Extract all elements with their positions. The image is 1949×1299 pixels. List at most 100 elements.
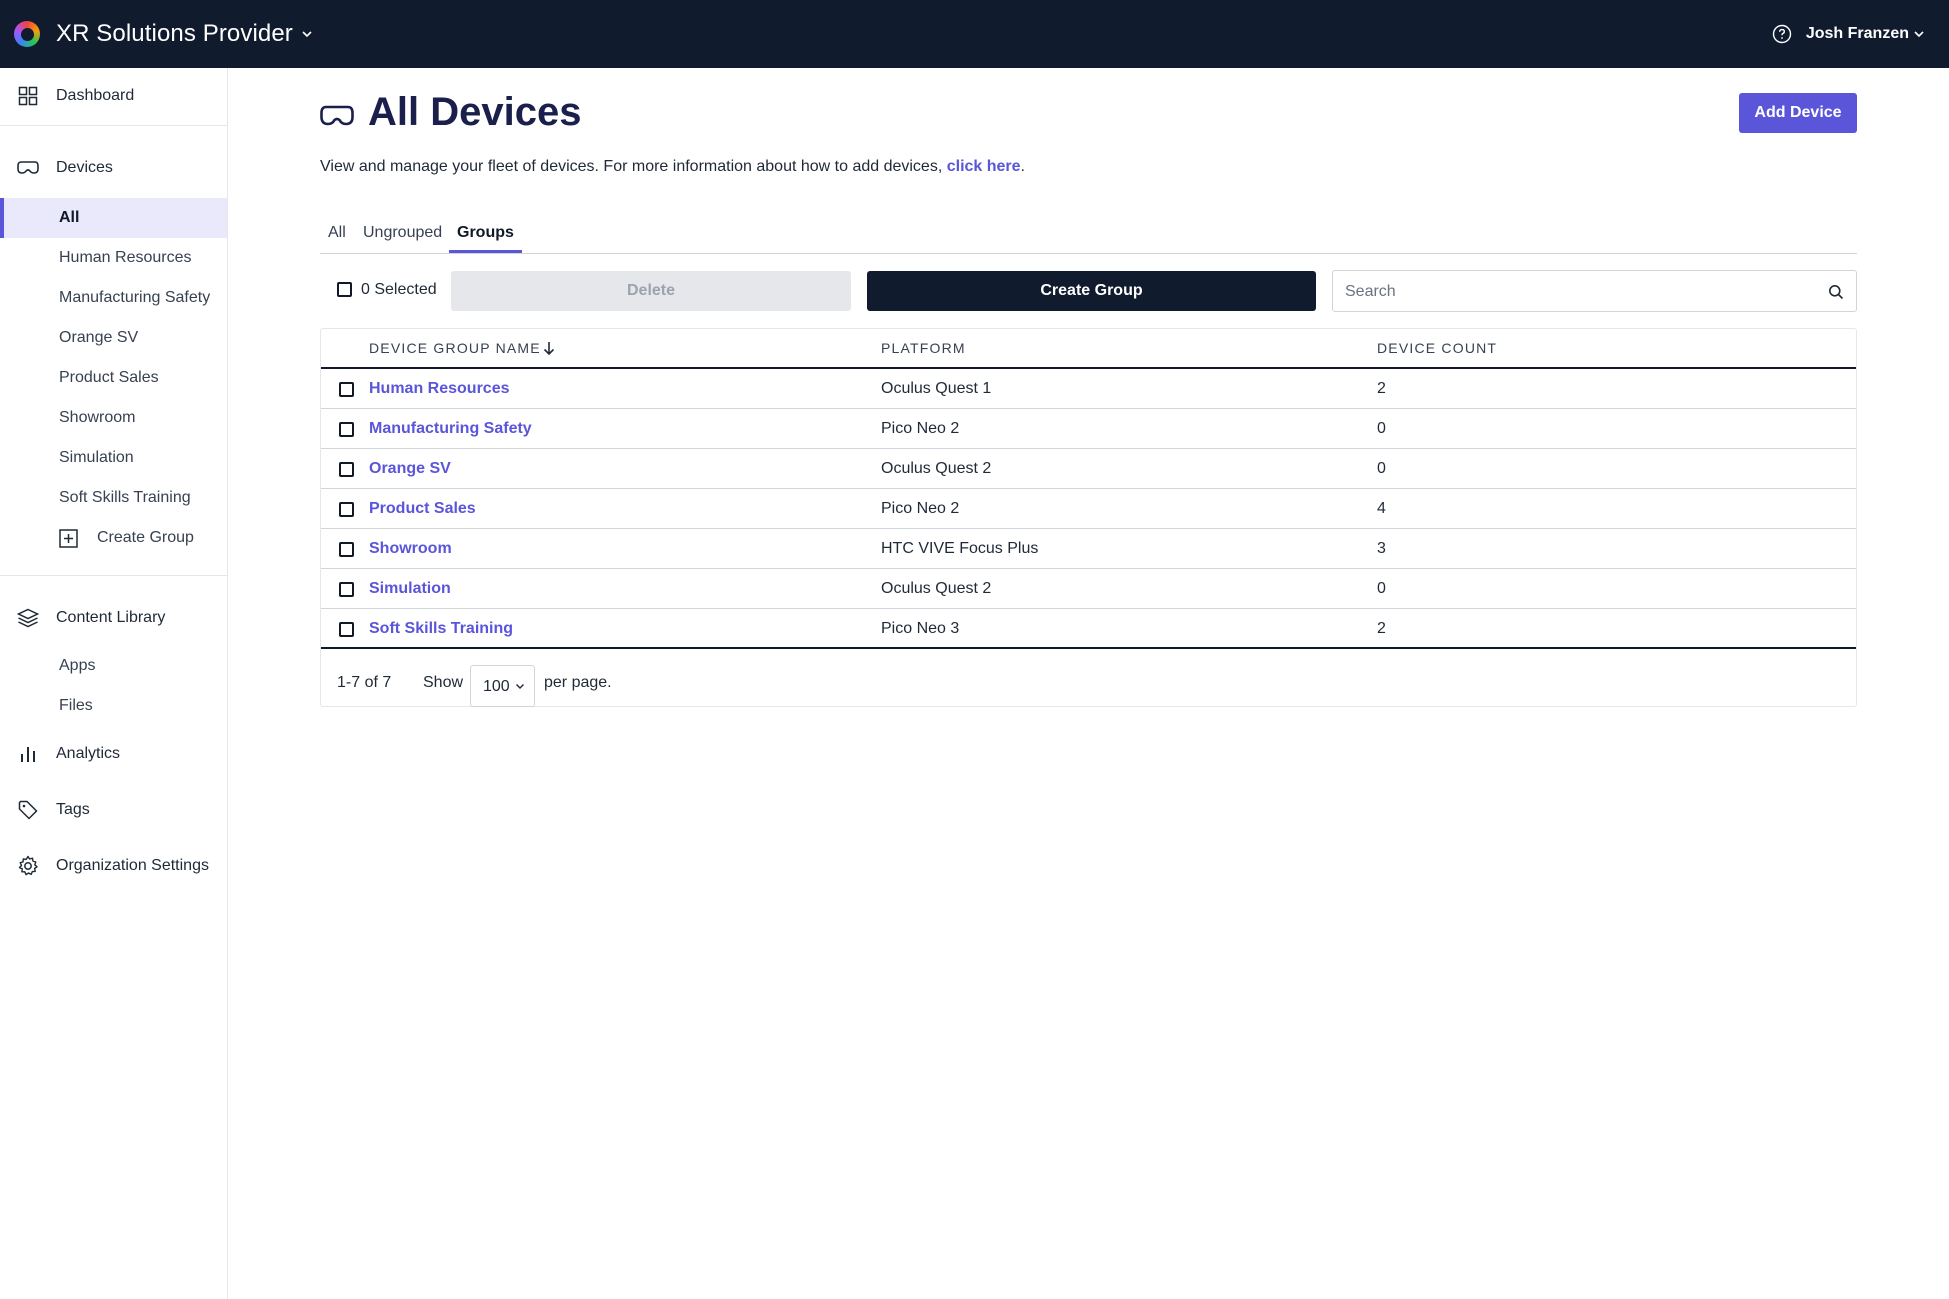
- top-bar: XR Solutions Provider Josh Franzen: [0, 0, 1949, 68]
- sidebar-item-label: Showroom: [59, 409, 136, 426]
- page-title: All Devices: [368, 90, 582, 134]
- vr-headset-icon: [320, 105, 354, 126]
- tab-all[interactable]: All: [328, 224, 346, 253]
- sidebar-item-manufacturing-safety[interactable]: Manufacturing Safety: [0, 278, 227, 318]
- sidebar-item-product-sales[interactable]: Product Sales: [0, 358, 227, 398]
- sidebar: Dashboard Devices All Human Resources Ma…: [0, 68, 228, 1299]
- group-name-link[interactable]: Manufacturing Safety: [369, 420, 532, 438]
- gear-icon: [16, 854, 40, 878]
- sidebar-item-content-library[interactable]: Content Library: [0, 606, 227, 630]
- vr-headset-icon: [16, 156, 40, 180]
- tab-bar: All Ungrouped Groups: [320, 222, 1857, 254]
- column-header-name[interactable]: DEVICE GROUP NAME: [369, 340, 541, 356]
- chevron-down-icon: [516, 684, 524, 689]
- org-switcher[interactable]: XR Solutions Provider: [14, 20, 313, 48]
- sidebar-item-label: Create Group: [97, 529, 194, 546]
- sidebar-item-label: Dashboard: [56, 87, 135, 104]
- chevron-down-icon: [302, 31, 312, 38]
- sidebar-item-analytics[interactable]: Analytics: [0, 742, 227, 766]
- logo-icon: [14, 21, 40, 47]
- sidebar-item-label: Organization Settings: [56, 857, 209, 874]
- device-count-cell: 2: [1377, 380, 1386, 397]
- search-input[interactable]: [1345, 281, 1805, 303]
- sidebar-item-organization-settings[interactable]: Organization Settings: [0, 854, 227, 878]
- row-checkbox[interactable]: [339, 422, 354, 437]
- sidebar-item-showroom[interactable]: Showroom: [0, 398, 227, 438]
- layers-icon: [16, 606, 40, 630]
- sidebar-item-human-resources[interactable]: Human Resources: [0, 238, 227, 278]
- row-checkbox[interactable]: [339, 622, 354, 637]
- page-description: View and manage your fleet of devices. F…: [320, 158, 1025, 176]
- sidebar-item-label: Content Library: [56, 609, 166, 626]
- sidebar-item-label: Devices: [56, 159, 113, 176]
- group-name-link[interactable]: Orange SV: [369, 460, 451, 478]
- sidebar-divider: [0, 125, 227, 126]
- sort-down-icon[interactable]: [542, 340, 556, 356]
- search-icon[interactable]: [1828, 284, 1844, 300]
- select-all-checkbox[interactable]: [337, 282, 352, 297]
- table-row: Soft Skills Training Pico Neo 3 2: [321, 609, 1856, 649]
- tab-groups[interactable]: Groups: [449, 224, 522, 253]
- selected-count: 0 Selected: [361, 281, 437, 298]
- search-field: [1332, 270, 1857, 312]
- user-menu[interactable]: Josh Franzen: [1806, 25, 1925, 43]
- group-name-link[interactable]: Showroom: [369, 540, 452, 558]
- group-name-link[interactable]: Simulation: [369, 580, 451, 598]
- row-checkbox[interactable]: [339, 542, 354, 557]
- sidebar-item-label: Human Resources: [59, 249, 192, 266]
- device-groups-table: DEVICE GROUP NAME PLATFORM DEVICE COUNT …: [320, 328, 1857, 707]
- sidebar-item-devices[interactable]: Devices: [0, 156, 227, 180]
- per-page-select[interactable]: 100: [470, 665, 535, 707]
- group-name-link[interactable]: Product Sales: [369, 500, 476, 518]
- platform-cell: Pico Neo 2: [881, 500, 960, 517]
- sidebar-item-files[interactable]: Files: [0, 686, 227, 726]
- pagination-range: 1-7 of 7: [337, 674, 392, 691]
- org-name: XR Solutions Provider: [56, 20, 293, 47]
- grid-icon: [16, 84, 40, 108]
- column-header-device-count[interactable]: DEVICE COUNT: [1377, 340, 1497, 356]
- create-group-button[interactable]: Create Group: [867, 271, 1316, 311]
- sidebar-item-tags[interactable]: Tags: [0, 798, 227, 822]
- chevron-down-icon: [1914, 31, 1924, 38]
- per-page-value: 100: [483, 678, 510, 695]
- sidebar-item-label: Simulation: [59, 449, 134, 466]
- sidebar-item-dashboard[interactable]: Dashboard: [0, 84, 227, 108]
- bar-chart-icon: [16, 742, 40, 766]
- device-count-cell: 0: [1377, 460, 1386, 477]
- sidebar-item-orange-sv[interactable]: Orange SV: [0, 318, 227, 358]
- user-name: Josh Franzen: [1805, 25, 1909, 42]
- click-here-link[interactable]: click here: [947, 158, 1021, 175]
- tag-icon: [16, 798, 40, 822]
- group-name-link[interactable]: Human Resources: [369, 380, 510, 398]
- show-label: Show: [423, 674, 464, 691]
- description-text: View and manage your fleet of devices. F…: [320, 158, 947, 175]
- sidebar-divider: [0, 575, 227, 576]
- column-header-platform[interactable]: PLATFORM: [881, 340, 966, 356]
- sidebar-item-all[interactable]: All: [0, 198, 227, 238]
- plus-square-icon: [59, 529, 78, 548]
- tab-ungrouped[interactable]: Ungrouped: [363, 224, 442, 253]
- delete-button[interactable]: Delete: [451, 271, 851, 311]
- sidebar-item-soft-skills-training[interactable]: Soft Skills Training: [0, 478, 227, 518]
- device-count-cell: 4: [1377, 500, 1386, 517]
- row-checkbox[interactable]: [339, 582, 354, 597]
- sidebar-item-label: Files: [59, 697, 93, 714]
- table-row: Human Resources Oculus Quest 1 2: [321, 369, 1856, 409]
- device-count-cell: 0: [1377, 580, 1386, 597]
- help-circle-icon[interactable]: [1772, 24, 1792, 44]
- platform-cell: Oculus Quest 2: [881, 580, 992, 597]
- sidebar-create-group[interactable]: Create Group: [0, 518, 227, 558]
- sidebar-item-simulation[interactable]: Simulation: [0, 438, 227, 478]
- pagination: 1-7 of 7 Show 100 per page.: [321, 657, 1856, 707]
- table-row: Product Sales Pico Neo 2 4: [321, 489, 1856, 529]
- sidebar-item-apps[interactable]: Apps: [0, 646, 227, 686]
- add-device-button[interactable]: Add Device: [1739, 93, 1857, 133]
- sidebar-item-label: Manufacturing Safety: [59, 289, 211, 306]
- row-checkbox[interactable]: [339, 382, 354, 397]
- device-count-cell: 3: [1377, 540, 1386, 557]
- group-name-link[interactable]: Soft Skills Training: [369, 620, 513, 638]
- row-checkbox[interactable]: [339, 462, 354, 477]
- sidebar-item-label: Apps: [59, 657, 96, 674]
- platform-cell: Oculus Quest 2: [881, 460, 992, 477]
- row-checkbox[interactable]: [339, 502, 354, 517]
